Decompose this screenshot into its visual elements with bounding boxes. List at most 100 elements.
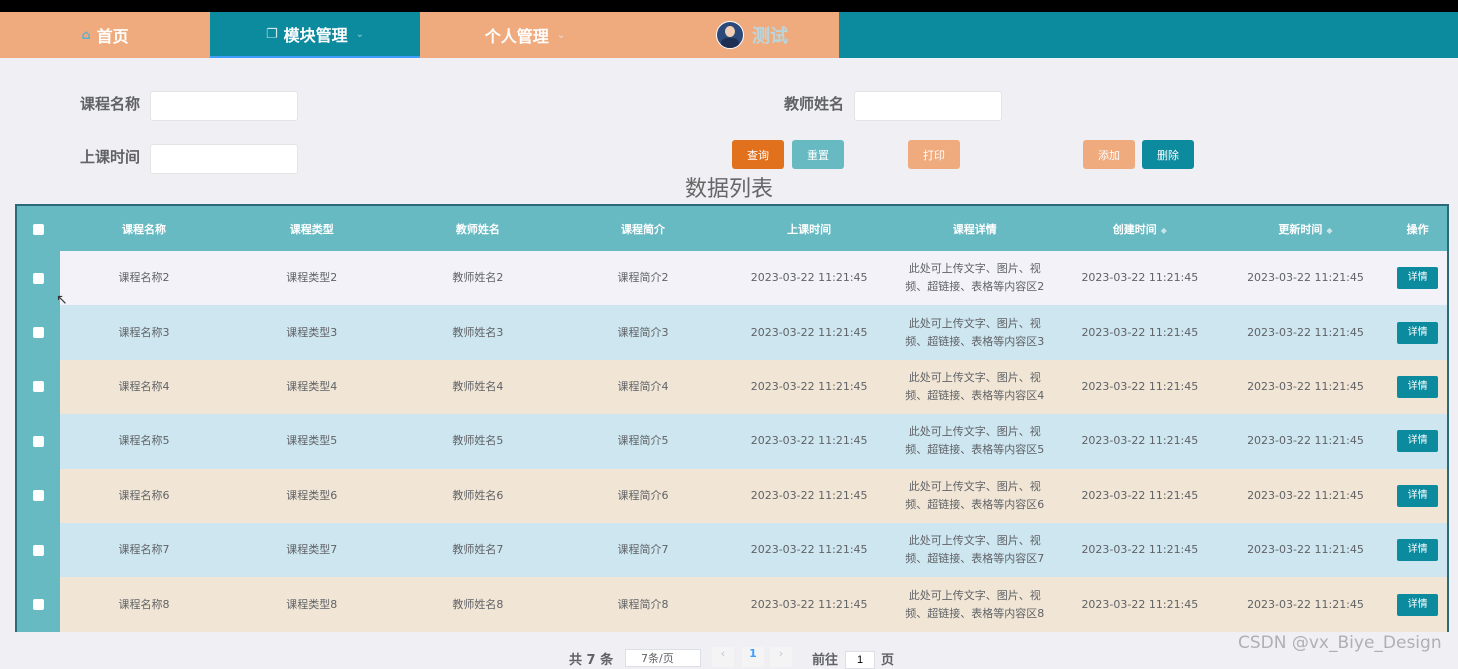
page-size-select[interactable]: 7条/页 (625, 649, 701, 667)
goto-page-input[interactable] (845, 651, 875, 669)
detail-text: 此处可上传文字、图片、视频、超链接、表格等内容区7 (905, 534, 1045, 566)
cell-teacher-name: 教师姓名6 (395, 468, 561, 523)
cell-created-time: 2023-03-22 11:21:45 (1057, 359, 1223, 415)
row-checkbox[interactable] (17, 577, 61, 632)
cell-class-time: 2023-03-22 11:21:45 (725, 414, 893, 469)
header-created-label: 创建时间 (1112, 222, 1157, 236)
top-nav: ⌂ 首页 ❐ 模块管理 ⌄ 个人管理 ⌄ 测试 (0, 12, 1458, 58)
cell-class-time: 2023-03-22 11:21:45 (725, 359, 893, 415)
detail-text: 此处可上传文字、图片、视频、超链接、表格等内容区8 (905, 588, 1045, 620)
nav-home-label: 首页 (96, 27, 129, 46)
prev-page-button[interactable]: ‹ (712, 647, 734, 667)
page-suffix: 页 (881, 653, 895, 668)
row-checkbox[interactable] (17, 359, 61, 415)
row-checkbox[interactable] (17, 251, 61, 306)
cell-course-name: 课程名称3 (60, 305, 228, 360)
delete-button[interactable]: 删除 (1142, 140, 1194, 169)
cell-actions: 详情 (1388, 468, 1447, 523)
nav-personal-management[interactable]: 个人管理 ⌄ (420, 12, 630, 58)
detail-button[interactable]: 详情 (1397, 321, 1439, 344)
cell-actions: 详情 (1388, 577, 1447, 632)
nav-module-label: 模块管理 (283, 26, 348, 45)
course-name-label: 课程名称 (80, 95, 141, 113)
detail-button[interactable]: 详情 (1397, 539, 1439, 562)
next-page-button[interactable]: › (770, 647, 792, 667)
detail-button[interactable]: 详情 (1397, 430, 1439, 453)
data-table: 课程名称 课程类型 教师姓名 课程简介 上课时间 课程详情 创建时间 ◆ 更新时间… (15, 204, 1449, 632)
header-class-time: 上课时间 (725, 206, 893, 251)
cell-course-intro: 课程简介2 (560, 251, 726, 306)
print-button[interactable]: 打印 (908, 140, 960, 169)
cell-course-name: 课程名称7 (60, 522, 228, 578)
cell-course-intro: 课程简介4 (560, 359, 726, 415)
class-time-input[interactable] (150, 144, 298, 174)
nav-user[interactable]: 测试 (630, 12, 839, 58)
cell-actions: 详情 (1388, 305, 1447, 360)
cell-created-time: 2023-03-22 11:21:45 (1057, 468, 1223, 523)
cell-course-detail: 此处可上传文字、图片、视频、超链接、表格等内容区6 (892, 468, 1058, 523)
cell-teacher-name: 教师姓名8 (395, 577, 561, 632)
header-updated-time[interactable]: 更新时间 ◆ (1222, 206, 1389, 251)
select-all-checkbox[interactable] (17, 206, 61, 251)
reset-button[interactable]: 重置 (792, 140, 844, 169)
row-checkbox[interactable] (17, 305, 61, 360)
chevron-down-icon: ⌄ (355, 28, 365, 40)
cell-created-time: 2023-03-22 11:21:45 (1057, 414, 1223, 469)
cell-course-detail: 此处可上传文字、图片、视频、超链接、表格等内容区7 (892, 522, 1058, 578)
cell-course-detail: 此处可上传文字、图片、视频、超链接、表格等内容区2 (892, 251, 1058, 306)
cell-course-intro: 课程简介7 (560, 522, 726, 578)
cell-created-time: 2023-03-22 11:21:45 (1057, 251, 1223, 306)
add-button[interactable]: 添加 (1083, 140, 1135, 169)
cell-course-name: 课程名称6 (60, 468, 228, 523)
detail-button[interactable]: 详情 (1397, 593, 1439, 616)
cell-course-detail: 此处可上传文字、图片、视频、超链接、表格等内容区8 (892, 577, 1058, 632)
query-button[interactable]: 查询 (732, 140, 784, 169)
table-row: 课程名称6 课程类型6 教师姓名6 课程简介6 2023-03-22 11:21… (17, 468, 1447, 523)
header-updated-label: 更新时间 (1278, 222, 1323, 236)
cell-class-time: 2023-03-22 11:21:45 (725, 468, 893, 523)
teacher-name-label: 教师姓名 (784, 95, 845, 113)
page-number[interactable]: 1 (742, 647, 764, 667)
cell-course-type: 课程类型8 (227, 577, 396, 632)
sort-icon[interactable]: ◆ (1161, 226, 1167, 235)
detail-button[interactable]: 详情 (1397, 375, 1439, 398)
detail-text: 此处可上传文字、图片、视频、超链接、表格等内容区3 (905, 316, 1045, 348)
cell-actions: 详情 (1388, 359, 1447, 415)
cell-course-type: 课程类型4 (227, 359, 396, 415)
row-checkbox[interactable] (17, 468, 61, 523)
cell-teacher-name: 教师姓名4 (395, 359, 561, 415)
table-row: 课程名称5 课程类型5 教师姓名5 课程简介5 2023-03-22 11:21… (17, 414, 1447, 469)
table-row: 课程名称4 课程类型4 教师姓名4 课程简介4 2023-03-22 11:21… (17, 359, 1447, 415)
cell-course-intro: 课程简介8 (560, 577, 726, 632)
cell-updated-time: 2023-03-22 11:21:45 (1222, 577, 1389, 632)
nav-module-management[interactable]: ❐ 模块管理 ⌄ (210, 12, 420, 58)
table-header-row: 课程名称 课程类型 教师姓名 课程简介 上课时间 课程详情 创建时间 ◆ 更新时间… (17, 206, 1447, 251)
nav-home[interactable]: ⌂ 首页 (0, 12, 210, 58)
cell-class-time: 2023-03-22 11:21:45 (725, 577, 893, 632)
row-checkbox[interactable] (17, 522, 61, 578)
detail-button[interactable]: 详情 (1397, 267, 1439, 290)
chevron-down-icon: ⌄ (556, 29, 566, 41)
header-created-time[interactable]: 创建时间 ◆ (1057, 206, 1223, 251)
cell-created-time: 2023-03-22 11:21:45 (1057, 577, 1223, 632)
cell-course-type: 课程类型3 (227, 305, 396, 360)
cell-teacher-name: 教师姓名5 (395, 414, 561, 469)
table-row: 课程名称7 课程类型7 教师姓名7 课程简介7 2023-03-22 11:21… (17, 522, 1447, 578)
class-time-label: 上课时间 (80, 148, 141, 166)
home-icon: ⌂ (81, 27, 91, 43)
nav-personal-label: 个人管理 (484, 27, 549, 46)
header-course-name: 课程名称 (60, 206, 228, 251)
cell-updated-time: 2023-03-22 11:21:45 (1222, 359, 1389, 415)
cell-course-intro: 课程简介5 (560, 414, 726, 469)
course-name-input[interactable] (150, 91, 298, 121)
sort-icon[interactable]: ◆ (1326, 226, 1332, 235)
cell-course-type: 课程类型2 (227, 251, 396, 306)
detail-button[interactable]: 详情 (1397, 484, 1439, 507)
row-checkbox[interactable] (17, 414, 61, 469)
pagination-total: 共 7 条 (569, 653, 614, 668)
detail-text: 此处可上传文字、图片、视频、超链接、表格等内容区2 (905, 262, 1045, 294)
cell-teacher-name: 教师姓名3 (395, 305, 561, 360)
teacher-name-input[interactable] (854, 91, 1002, 121)
cell-teacher-name: 教师姓名7 (395, 522, 561, 578)
cell-class-time: 2023-03-22 11:21:45 (725, 251, 893, 306)
